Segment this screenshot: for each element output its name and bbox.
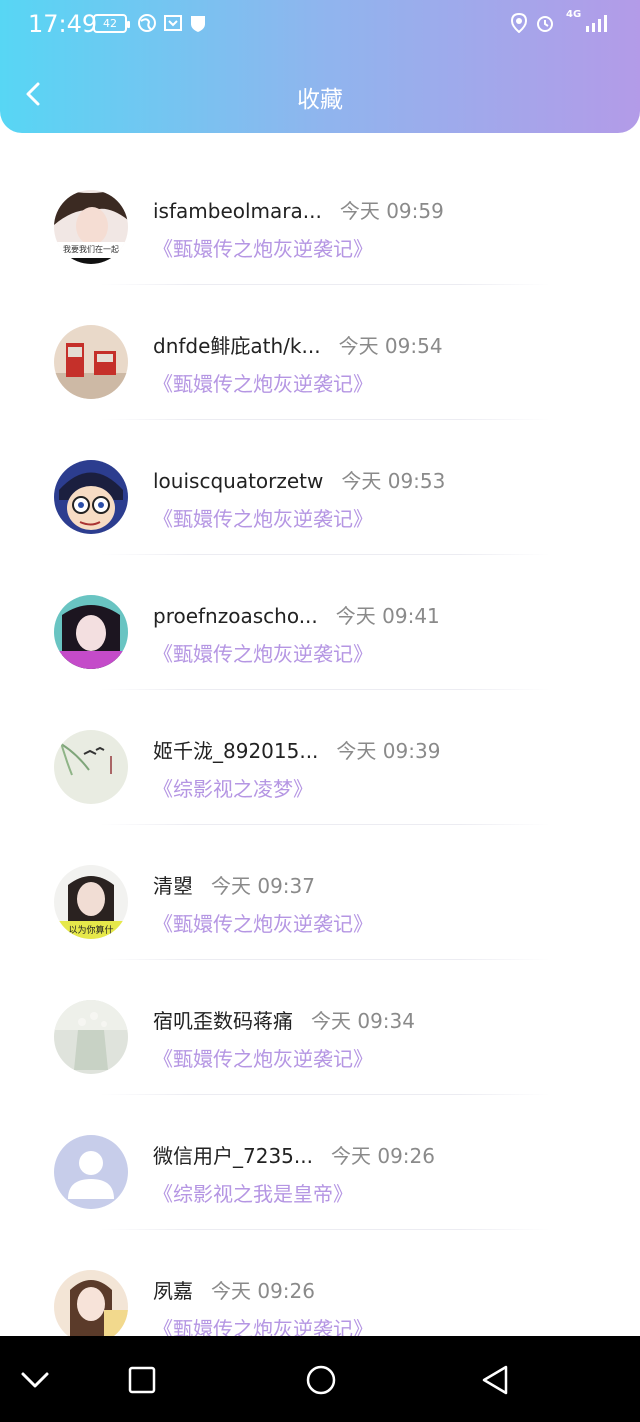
username: dnfde鲱庇ath/k... xyxy=(153,334,321,358)
avatar[interactable] xyxy=(54,325,128,399)
timestamp: 今天 09:39 xyxy=(336,739,441,763)
avatar[interactable]: 我要我们在一起 xyxy=(54,190,128,264)
timestamp: 今天 09:37 xyxy=(211,874,315,898)
network-type: 4G xyxy=(566,9,582,20)
username: isfambeolmara... xyxy=(153,199,322,223)
username: proefnzoascho... xyxy=(153,604,318,628)
app-header: 17:49 42 4G 收藏 xyxy=(0,0,640,133)
username: 清曌 xyxy=(153,874,193,898)
timestamp: 今天 09:41 xyxy=(335,604,440,628)
nav-bar: 收藏 xyxy=(0,60,640,132)
username: 夙嘉 xyxy=(153,1279,193,1303)
book-title-link[interactable]: 《甄嬛传之炮灰逆袭记》 xyxy=(153,1043,373,1072)
book-title-link[interactable]: 《甄嬛传之炮灰逆袭记》 xyxy=(153,368,373,397)
avatar[interactable] xyxy=(54,1000,128,1074)
timestamp: 今天 09:53 xyxy=(341,469,446,493)
signal-icon xyxy=(586,15,607,32)
avatar[interactable] xyxy=(54,460,128,534)
username: 姬千泷_892015... xyxy=(153,739,319,763)
timestamp: 今天 09:59 xyxy=(339,199,444,223)
page-title: 收藏 xyxy=(297,87,343,113)
status-bar: 17:49 42 4G xyxy=(0,0,640,50)
avatar[interactable]: 以为你算什 xyxy=(54,865,128,939)
list-item[interactable]: louiscquatorzetw 今天 09:53 《甄嬛传之炮灰逆袭记》 xyxy=(0,420,640,555)
avatar[interactable] xyxy=(54,1135,128,1209)
book-title-link[interactable]: 《甄嬛传之炮灰逆袭记》 xyxy=(153,638,373,667)
notification-box-icon xyxy=(164,15,182,31)
list-item[interactable]: 以为你算什 清曌 今天 09:37 《甄嬛传之炮灰逆袭记》 xyxy=(0,825,640,960)
book-title-link[interactable]: 《甄嬛传之炮灰逆袭记》 xyxy=(153,233,373,262)
timestamp: 今天 09:54 xyxy=(338,334,443,358)
avatar[interactable] xyxy=(54,1270,128,1344)
list-item[interactable]: 宿叽歪数码蒋痛 今天 09:34 《甄嬛传之炮灰逆袭记》 xyxy=(0,960,640,1095)
list-item[interactable]: proefnzoascho... 今天 09:41 《甄嬛传之炮灰逆袭记》 xyxy=(0,555,640,690)
shield-icon xyxy=(191,16,205,32)
favorites-list: 我要我们在一起 isfambeolmara... 今天 09:59 《甄嬛传之炮灰… xyxy=(0,150,640,1365)
avatar[interactable] xyxy=(54,730,128,804)
list-item[interactable]: dnfde鲱庇ath/k... 今天 09:54 《甄嬛传之炮灰逆袭记》 xyxy=(0,285,640,420)
alarm-icon xyxy=(537,16,553,32)
book-title-link[interactable]: 《甄嬛传之炮灰逆袭记》 xyxy=(153,503,373,532)
timestamp: 今天 09:34 xyxy=(311,1009,415,1033)
timestamp: 今天 09:26 xyxy=(330,1144,435,1168)
globe-icon xyxy=(138,14,156,32)
username: louiscquatorzetw xyxy=(153,469,324,493)
username: 微信用户_7235... xyxy=(153,1144,313,1168)
list-item[interactable]: 我要我们在一起 isfambeolmara... 今天 09:59 《甄嬛传之炮灰… xyxy=(0,150,640,285)
book-title-link[interactable]: 《综影视之我是皇帝》 xyxy=(153,1178,353,1207)
list-item[interactable]: 姬千泷_892015... 今天 09:39 《综影视之凌梦》 xyxy=(0,690,640,825)
system-navigation-bar xyxy=(0,1336,640,1422)
status-time: 17:49 xyxy=(28,10,98,38)
circle-home-icon[interactable] xyxy=(299,1358,343,1402)
location-icon xyxy=(510,13,528,33)
list-item[interactable]: 微信用户_7235... 今天 09:26 《综影视之我是皇帝》 xyxy=(0,1095,640,1230)
avatar[interactable] xyxy=(54,595,128,669)
username: 宿叽歪数码蒋痛 xyxy=(153,1009,293,1033)
battery-icon: 42 xyxy=(93,14,130,33)
book-title-link[interactable]: 《甄嬛传之炮灰逆袭记》 xyxy=(153,908,373,937)
chevron-down-icon[interactable] xyxy=(13,1358,57,1402)
avatar-caption: 以为你算什 xyxy=(68,924,113,936)
square-recents-icon[interactable] xyxy=(120,1358,164,1402)
book-title-link[interactable]: 《综影视之凌梦》 xyxy=(153,773,313,802)
triangle-back-icon[interactable] xyxy=(474,1358,518,1402)
avatar-caption: 我要我们在一起 xyxy=(63,244,119,254)
timestamp: 今天 09:26 xyxy=(211,1279,315,1303)
